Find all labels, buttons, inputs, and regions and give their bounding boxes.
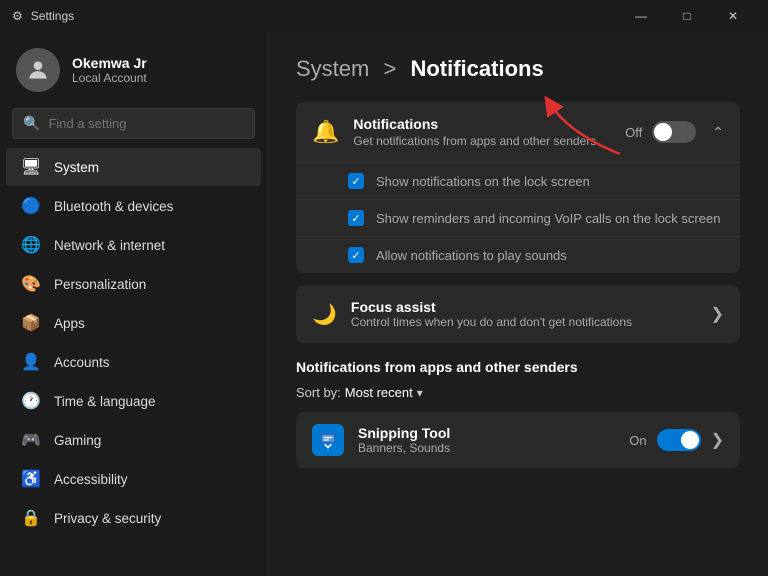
checkmark-icon-2: ✓ xyxy=(351,212,360,225)
content-area: System > Notifications 🔔 Notifications G… xyxy=(268,32,768,576)
apps-icon: 📦 xyxy=(22,314,40,332)
checkbox-sounds[interactable]: ✓ xyxy=(348,247,364,263)
time-icon: 🕐 xyxy=(22,392,40,410)
sub-option-reminders: ✓ Show reminders and incoming VoIP calls… xyxy=(296,199,740,236)
sidebar-item-accounts[interactable]: 👤 Accounts xyxy=(6,343,261,381)
main-layout: Okemwa Jr Local Account 🔍 🖥 System 🔵 Blu… xyxy=(0,32,768,576)
breadcrumb: System > Notifications xyxy=(296,56,740,82)
gaming-icon: 🎮 xyxy=(22,431,40,449)
sidebar-item-time[interactable]: 🕐 Time & language xyxy=(6,382,261,420)
search-input[interactable] xyxy=(48,116,244,131)
sidebar-item-accessibility[interactable]: ♿ Accessibility xyxy=(6,460,261,498)
from-apps-section-title: Notifications from apps and other sender… xyxy=(296,359,740,375)
system-icon: 🖥 xyxy=(22,158,40,176)
notifications-header: 🔔 Notifications Get notifications from a… xyxy=(296,102,740,162)
checkbox-lock-screen[interactable]: ✓ xyxy=(348,173,364,189)
sidebar-nav: 🖥 System 🔵 Bluetooth & devices 🌐 Network… xyxy=(0,147,267,538)
sidebar-item-personalization[interactable]: 🎨 Personalization xyxy=(6,265,261,303)
snipping-tool-icon xyxy=(312,424,344,456)
chevron-right-icon: ❯ xyxy=(711,304,724,324)
chevron-up-icon[interactable]: ⌃ xyxy=(712,124,724,141)
notifications-toggle[interactable] xyxy=(652,121,696,143)
sidebar-item-network[interactable]: 🌐 Network & internet xyxy=(6,226,261,264)
user-section: Okemwa Jr Local Account xyxy=(0,32,267,104)
app-chevron-right-icon: ❯ xyxy=(711,430,724,450)
sub-option-label-1: Show reminders and incoming VoIP calls o… xyxy=(376,211,720,226)
focus-assist-row[interactable]: 🌙 Focus assist Control times when you do… xyxy=(296,285,740,343)
sidebar-label-personalization: Personalization xyxy=(54,277,146,292)
settings-icon: ⚙ xyxy=(12,9,23,23)
sort-row: Sort by: Most recent ▾ xyxy=(296,385,740,400)
sidebar-label-privacy: Privacy & security xyxy=(54,511,161,526)
sub-option-lock-screen: ✓ Show notifications on the lock screen xyxy=(296,162,740,199)
checkmark-icon: ✓ xyxy=(351,175,360,188)
sidebar-label-bluetooth: Bluetooth & devices xyxy=(54,199,173,214)
app-text-snipping: Snipping Tool Banners, Sounds xyxy=(358,425,615,455)
minimize-button[interactable]: — xyxy=(618,0,664,32)
sidebar-label-accounts: Accounts xyxy=(54,355,110,370)
snipping-toggle-thumb xyxy=(681,431,699,449)
maximize-button[interactable]: □ xyxy=(664,0,710,32)
sidebar-item-bluetooth[interactable]: 🔵 Bluetooth & devices xyxy=(6,187,261,225)
sidebar-label-system: System xyxy=(54,160,99,175)
sidebar-label-time: Time & language xyxy=(54,394,156,409)
accounts-icon: 👤 xyxy=(22,353,40,371)
toggle-off-label: Off xyxy=(625,125,642,140)
app-right-snipping: On ❯ xyxy=(629,429,724,451)
breadcrumb-parent: System xyxy=(296,56,369,81)
app-name-snipping: Snipping Tool xyxy=(358,425,615,441)
sidebar-item-gaming[interactable]: 🎮 Gaming xyxy=(6,421,261,459)
app-sub-snipping: Banners, Sounds xyxy=(358,441,615,455)
toggle-thumb xyxy=(654,123,672,141)
search-icon: 🔍 xyxy=(23,115,40,132)
notifications-right: Off ⌃ xyxy=(625,121,724,143)
sidebar-label-apps: Apps xyxy=(54,316,85,331)
sidebar-item-apps[interactable]: 📦 Apps xyxy=(6,304,261,342)
app-row-snipping-tool[interactable]: Snipping Tool Banners, Sounds On ❯ xyxy=(296,412,740,468)
sidebar-item-system[interactable]: 🖥 System xyxy=(6,148,261,186)
avatar xyxy=(16,48,60,92)
focus-assist-text: Focus assist Control times when you do a… xyxy=(351,299,711,329)
notifications-text: Notifications Get notifications from app… xyxy=(353,116,625,148)
sidebar-label-gaming: Gaming xyxy=(54,433,101,448)
close-button[interactable]: ✕ xyxy=(710,0,756,32)
snipping-toggle-label: On xyxy=(629,433,646,448)
sort-value[interactable]: Most recent xyxy=(345,385,413,400)
titlebar: ⚙ Settings — □ ✕ xyxy=(0,0,768,32)
notifications-title: Notifications xyxy=(353,116,625,132)
titlebar-controls: — □ ✕ xyxy=(618,0,756,32)
focus-assist-subtitle: Control times when you do and don't get … xyxy=(351,315,711,329)
notifications-card: 🔔 Notifications Get notifications from a… xyxy=(296,102,740,273)
sidebar-label-accessibility: Accessibility xyxy=(54,472,128,487)
sub-option-label-2: Allow notifications to play sounds xyxy=(376,248,567,263)
sidebar-item-privacy[interactable]: 🔒 Privacy & security xyxy=(6,499,261,537)
user-info: Okemwa Jr Local Account xyxy=(72,55,147,85)
user-role: Local Account xyxy=(72,71,147,85)
breadcrumb-current: Notifications xyxy=(410,56,543,81)
network-icon: 🌐 xyxy=(22,236,40,254)
notifications-card-wrapper: 🔔 Notifications Get notifications from a… xyxy=(296,102,740,273)
sub-option-sounds: ✓ Allow notifications to play sounds xyxy=(296,236,740,273)
sub-option-label-0: Show notifications on the lock screen xyxy=(376,174,590,189)
bluetooth-icon: 🔵 xyxy=(22,197,40,215)
snipping-toggle[interactable] xyxy=(657,429,701,451)
personalization-icon: 🎨 xyxy=(22,275,40,293)
accessibility-icon: ♿ xyxy=(22,470,40,488)
breadcrumb-separator: > xyxy=(383,56,396,81)
app-title: Settings xyxy=(31,9,74,23)
moon-icon: 🌙 xyxy=(312,302,337,327)
bell-icon: 🔔 xyxy=(312,119,339,145)
sort-chevron-icon[interactable]: ▾ xyxy=(417,386,423,400)
sort-label: Sort by: xyxy=(296,385,341,400)
search-box[interactable]: 🔍 xyxy=(12,108,255,139)
checkmark-icon-3: ✓ xyxy=(351,249,360,262)
notifications-subtitle: Get notifications from apps and other se… xyxy=(353,134,625,148)
user-name: Okemwa Jr xyxy=(72,55,147,71)
sidebar-label-network: Network & internet xyxy=(54,238,165,253)
focus-assist-title: Focus assist xyxy=(351,299,711,315)
checkbox-reminders[interactable]: ✓ xyxy=(348,210,364,226)
privacy-icon: 🔒 xyxy=(22,509,40,527)
titlebar-left: ⚙ Settings xyxy=(12,9,74,23)
sidebar: Okemwa Jr Local Account 🔍 🖥 System 🔵 Blu… xyxy=(0,32,268,576)
